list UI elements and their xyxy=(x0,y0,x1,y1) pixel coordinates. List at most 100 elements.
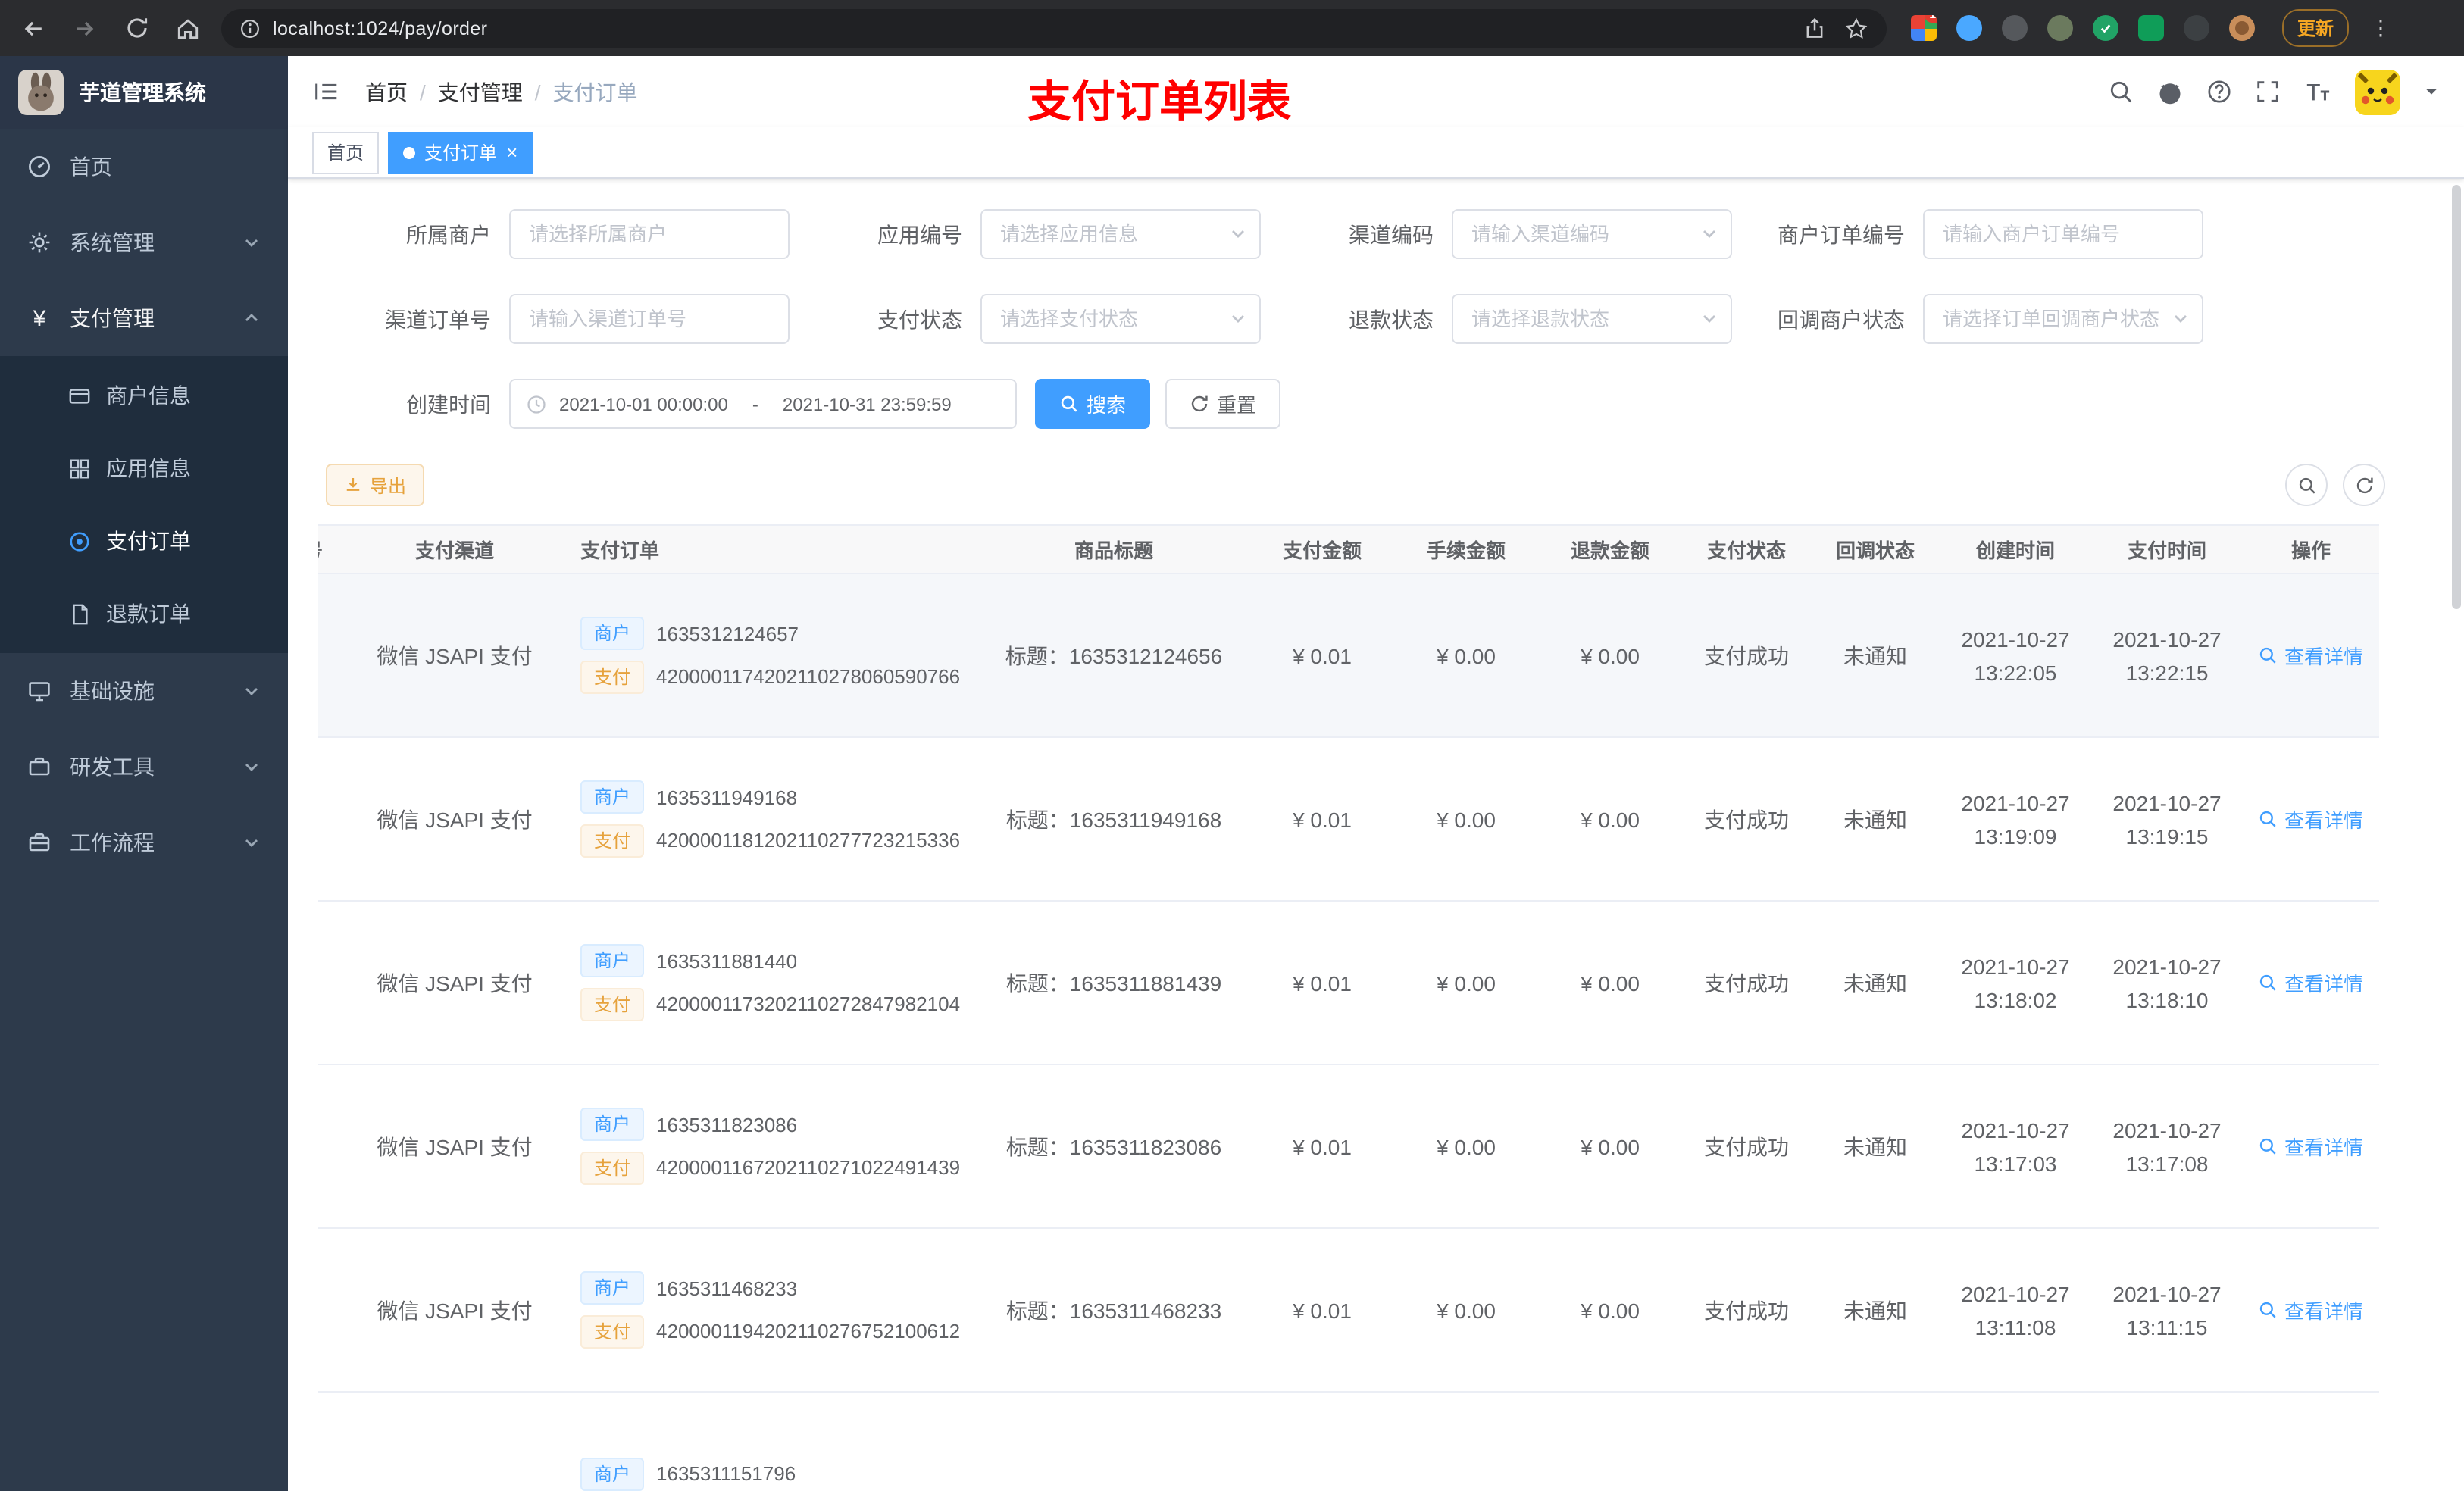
merchant-no: 1635311823086 xyxy=(656,1113,798,1136)
filter-label: 渠道订单号 xyxy=(385,307,491,331)
extension-colorful-icon[interactable]: 10 xyxy=(1911,15,1937,41)
browser-forward-icon[interactable] xyxy=(67,10,103,46)
refresh-icon[interactable] xyxy=(2343,464,2385,506)
sidebar-item-merchant-info[interactable]: 商户信息 xyxy=(0,359,288,432)
extension-drop-icon[interactable] xyxy=(1956,15,1982,41)
profile-monkey-icon[interactable] xyxy=(2229,15,2255,41)
merchant-input[interactable] xyxy=(509,209,790,259)
extension-check-icon[interactable] xyxy=(2093,15,2118,41)
extension-gray2-icon[interactable] xyxy=(2047,15,2073,41)
sidebar-item-home[interactable]: 首页 xyxy=(0,129,288,205)
table-row[interactable]: 21 微信 JSAPI 支付 商户 1635312124657 支付 4200001… xyxy=(318,574,2379,738)
filter-merchant: 所属商户 xyxy=(318,209,790,259)
url-text[interactable]: localhost:1024/pay/order xyxy=(273,17,487,39)
date-start[interactable]: 2021-10-01 00:00:00 xyxy=(559,393,728,414)
cell-title: 标题：1635311468233 xyxy=(977,1228,1250,1393)
sidebar-item-refund-order[interactable]: 退款订单 xyxy=(0,577,288,650)
bookmark-star-icon[interactable] xyxy=(1844,16,1868,40)
breadcrumb-separator: / xyxy=(534,80,541,104)
cell-paid: 2021-10-27 13:22:15 xyxy=(2091,574,2243,738)
cell-notify: 未通知 xyxy=(1811,901,1940,1065)
github-icon[interactable] xyxy=(2156,78,2184,105)
merchant-no: 1635311881440 xyxy=(656,949,798,973)
navbar: 首页 / 支付管理 / 支付订单 支付订单列表 xyxy=(288,56,2464,127)
cell-id: 17 xyxy=(318,1228,356,1393)
cell-channel: 微信 JSAPI 支付 xyxy=(356,737,553,902)
channel-code-select[interactable] xyxy=(1452,209,1732,259)
browser-back-icon[interactable] xyxy=(15,10,52,46)
col-title: 商品标题 xyxy=(977,524,1250,574)
refund-status-select[interactable] xyxy=(1452,294,1732,344)
pay-status-select[interactable] xyxy=(980,294,1261,344)
extension-green-square-icon[interactable] xyxy=(2138,15,2164,41)
view-detail-link[interactable]: 查看详情 xyxy=(2259,805,2363,833)
extension-gray1-icon[interactable] xyxy=(2002,15,2028,41)
reset-button-label: 重置 xyxy=(1217,394,1257,417)
cell-id: 21 xyxy=(318,574,356,738)
export-button-label: 导出 xyxy=(370,475,407,496)
address-bar[interactable]: localhost:1024/pay/order xyxy=(221,8,1887,48)
view-detail-link[interactable]: 查看详情 xyxy=(2259,968,2363,997)
font-size-icon[interactable] xyxy=(2303,79,2332,105)
merchant-tag: 商户 xyxy=(580,1108,645,1142)
merchant-tag: 商户 xyxy=(580,780,645,814)
browser-toolbar: localhost:1024/pay/order 10 xyxy=(0,0,2464,56)
browser-reload-icon[interactable] xyxy=(118,10,155,46)
share-icon[interactable] xyxy=(1803,17,1826,39)
sidebar-item-workflow[interactable]: 工作流程 xyxy=(0,805,288,880)
site-info-icon[interactable] xyxy=(239,17,261,39)
date-end[interactable]: 2021-10-31 23:59:59 xyxy=(783,393,952,414)
sidebar-item-label: 退款订单 xyxy=(106,602,191,626)
cell-refund: ¥ 0.00 xyxy=(1538,901,1682,1065)
cell-refund: ¥ 0.00 xyxy=(1538,1064,1682,1229)
browser-update-button[interactable]: 更新 xyxy=(2282,9,2350,47)
search-button[interactable]: 搜索 xyxy=(1035,379,1151,429)
table-row-partial[interactable]: 商户 1635311151796 xyxy=(318,1392,2379,1491)
page-content: 所属商户 应用编号 渠道编码 商户订单编号 xyxy=(288,179,2464,1491)
browser-home-icon[interactable] xyxy=(170,10,206,46)
table-row[interactable]: 19 微信 JSAPI 支付 商户 1635311881440 支付 4200001… xyxy=(318,901,2379,1065)
breadcrumb-home[interactable]: 首页 xyxy=(365,77,408,107)
table-row[interactable]: 17 微信 JSAPI 支付 商户 1635311468233 支付 4200001… xyxy=(318,1228,2379,1393)
fullscreen-icon[interactable] xyxy=(2255,79,2281,105)
search-icon[interactable] xyxy=(2108,79,2134,105)
export-button[interactable]: 导出 xyxy=(326,464,425,506)
merchant-order-no-input[interactable] xyxy=(1923,209,2203,259)
toggle-search-icon[interactable] xyxy=(2285,464,2328,506)
help-icon[interactable] xyxy=(2206,79,2232,105)
browser-menu-icon[interactable]: ⋮ xyxy=(2370,15,2391,41)
sidebar-item-app-info[interactable]: 应用信息 xyxy=(0,432,288,505)
sidebar-item-payment[interactable]: ¥ 支付管理 xyxy=(0,280,288,356)
tab-pay-order[interactable]: 支付订单 × xyxy=(388,131,533,173)
table-toolbar: 导出 xyxy=(318,464,2434,506)
extension-dark-icon[interactable] xyxy=(2184,15,2209,41)
notify-status-select[interactable] xyxy=(1923,294,2203,344)
logo[interactable]: 芋道管理系统 xyxy=(0,56,288,129)
app-no-select[interactable] xyxy=(980,209,1261,259)
sidebar-item-system[interactable]: 系统管理 xyxy=(0,205,288,280)
table-row[interactable]: 18 微信 JSAPI 支付 商户 1635311823086 支付 4200001… xyxy=(318,1064,2379,1229)
sidebar-item-infrastructure[interactable]: 基础设施 xyxy=(0,653,288,729)
sidebar-item-label: 系统管理 xyxy=(70,230,155,255)
view-detail-link[interactable]: 查看详情 xyxy=(2259,641,2363,670)
sidebar-item-dev-tools[interactable]: 研发工具 xyxy=(0,729,288,805)
view-detail-link[interactable]: 查看详情 xyxy=(2259,1132,2363,1161)
date-range-picker[interactable]: 2021-10-01 00:00:00 - 2021-10-31 23:59:5… xyxy=(509,379,1017,429)
orders-table: 编号 支付渠道 支付订单 商品标题 支付金额 手续金额 退款金额 支付状态 回调… xyxy=(318,524,2379,1491)
reset-button[interactable]: 重置 xyxy=(1165,379,1281,429)
cell-id xyxy=(318,1392,356,1491)
user-avatar[interactable] xyxy=(2355,69,2400,114)
view-detail-link[interactable]: 查看详情 xyxy=(2259,1296,2363,1324)
hamburger-icon[interactable] xyxy=(312,77,341,106)
sidebar-item-pay-order[interactable]: 支付订单 xyxy=(0,505,288,577)
tab-home[interactable]: 首页 xyxy=(312,131,380,173)
sidebar-item-label: 工作流程 xyxy=(70,830,155,855)
channel-order-no-input[interactable] xyxy=(509,294,790,344)
dashboard-icon xyxy=(27,155,52,179)
breadcrumb-payment[interactable]: 支付管理 xyxy=(438,77,523,107)
table-row[interactable]: 20 微信 JSAPI 支付 商户 1635311949168 支付 4200001… xyxy=(318,737,2379,902)
chevron-down-icon xyxy=(242,233,261,252)
close-icon[interactable]: × xyxy=(506,142,518,162)
page-scrollbar[interactable] xyxy=(2452,185,2461,609)
caret-down-icon[interactable] xyxy=(2423,83,2440,100)
